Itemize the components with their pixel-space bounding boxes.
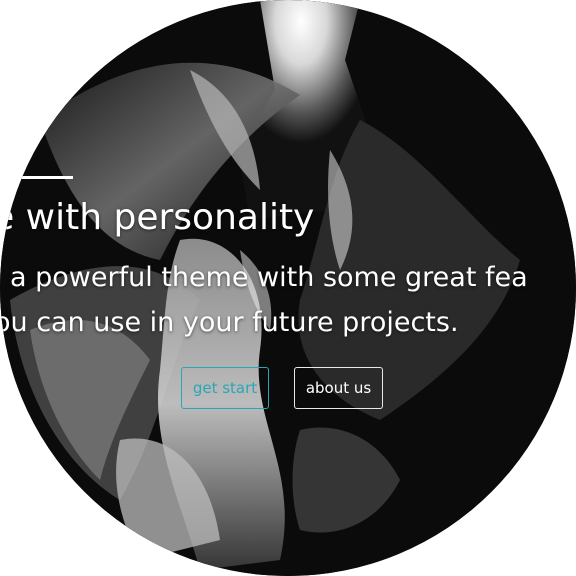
hero-subtitle: a powerful theme with some great fea ou …	[0, 255, 528, 345]
get-start-button[interactable]: get start	[181, 367, 269, 409]
hero-subtitle-line-1: a powerful theme with some great fea	[10, 262, 528, 293]
page: LL me with personality a powerful theme …	[0, 0, 576, 576]
hero-heading: me with personality	[0, 197, 315, 238]
brand-title: LL	[0, 126, 29, 177]
hero-content: LL me with personality a powerful theme …	[0, 0, 576, 576]
about-us-button[interactable]: about us	[294, 367, 383, 409]
brand-underline	[0, 176, 73, 179]
hero-subtitle-line-2: ou can use in your future projects.	[0, 307, 459, 338]
hero-section: LL me with personality a powerful theme …	[0, 0, 576, 576]
